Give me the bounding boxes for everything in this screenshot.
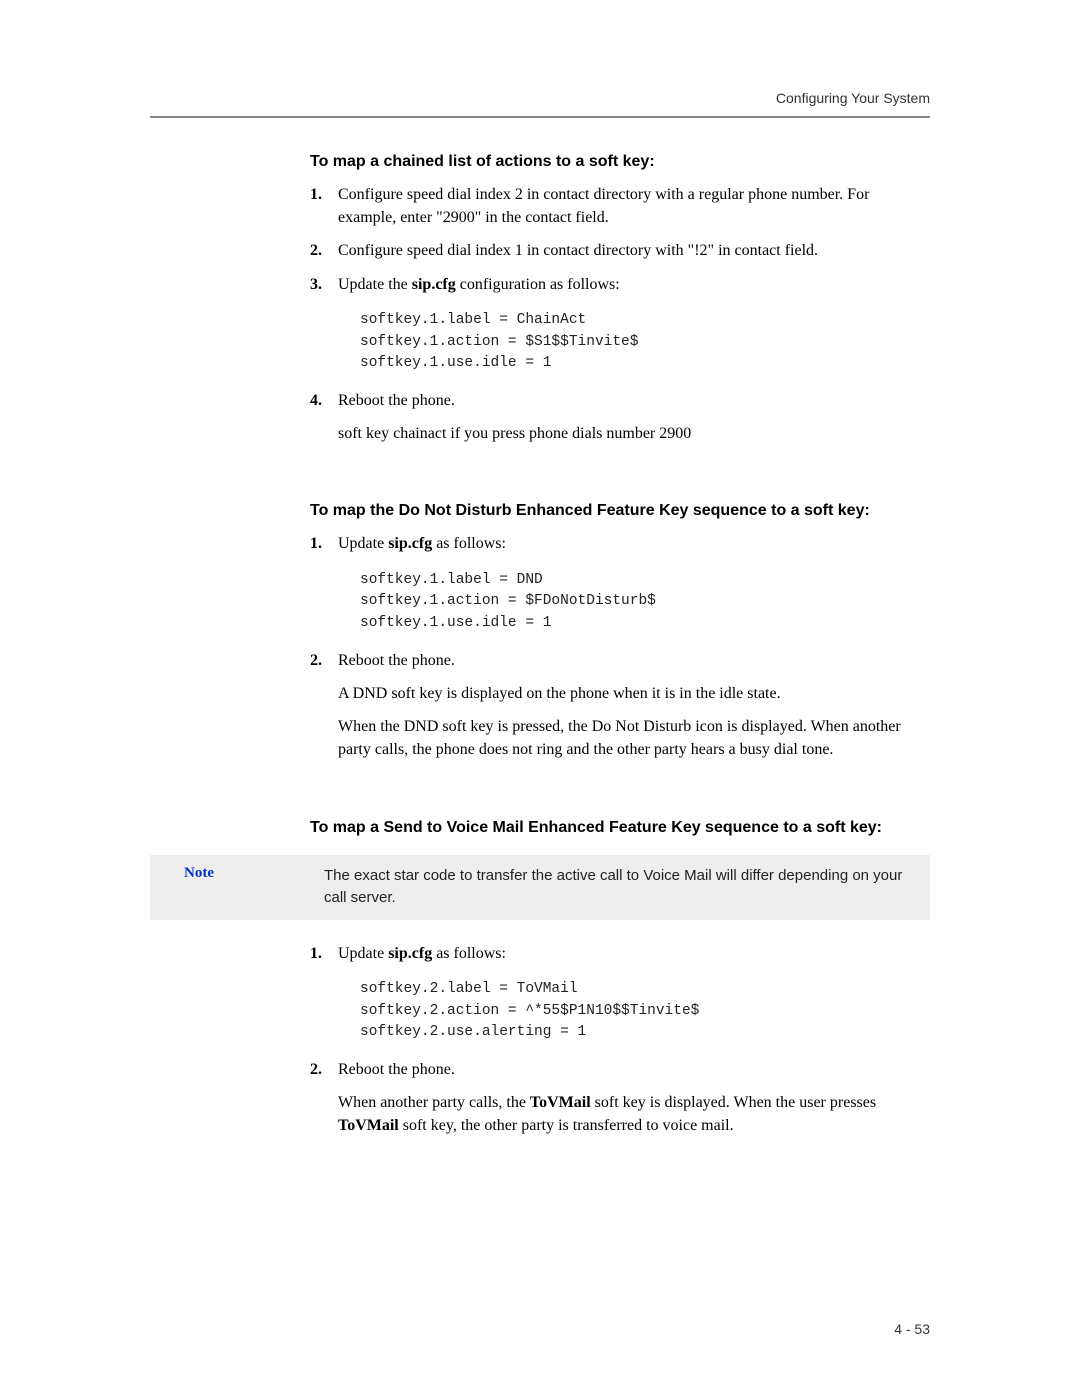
step-number: 4. (310, 389, 322, 412)
step-item: 3. Update the sip.cfg configuration as f… (310, 273, 930, 296)
steps-list: 1. Update sip.cfg as follows: (310, 532, 930, 555)
sub-paragraph: When the DND soft key is pressed, the Do… (338, 715, 930, 761)
step-text: Configure speed dial index 2 in contact … (338, 186, 869, 226)
steps-list: 1. Configure speed dial index 2 in conta… (310, 183, 930, 296)
running-title: Configuring Your System (776, 90, 930, 106)
code-block: softkey.1.label = ChainAct softkey.1.act… (360, 310, 930, 375)
step-text: Update sip.cfg as follows: (338, 535, 506, 552)
step-number: 1. (310, 942, 322, 965)
step-number: 3. (310, 273, 322, 296)
header-rule (150, 116, 930, 118)
page-number: 4 - 53 (894, 1321, 930, 1337)
steps-list: 2. Reboot the phone. (310, 649, 930, 672)
step-item: 1. Configure speed dial index 2 in conta… (310, 183, 930, 229)
step-item: 2. Reboot the phone. (310, 649, 930, 672)
step-number: 2. (310, 1058, 322, 1081)
step-text: Reboot the phone. (338, 652, 455, 669)
step-number: 1. (310, 183, 322, 206)
step-number: 1. (310, 532, 322, 555)
step-text: Update sip.cfg as follows: (338, 945, 506, 962)
step-text: Configure speed dial index 1 in contact … (338, 242, 818, 259)
note-label: Note (164, 865, 324, 882)
section-heading: To map a Send to Voice Mail Enhanced Fea… (310, 819, 930, 837)
section-heading: To map the Do Not Disturb Enhanced Featu… (310, 502, 930, 520)
running-header: Configuring Your System (150, 90, 930, 116)
step-text: Update the sip.cfg configuration as foll… (338, 276, 620, 293)
steps-list: 2. Reboot the phone. (310, 1058, 930, 1081)
page-footer: 4 - 53 (894, 1321, 930, 1337)
step-item: 2. Configure speed dial index 1 in conta… (310, 239, 930, 262)
content-column: To map a chained list of actions to a so… (310, 153, 930, 1138)
steps-list: 4. Reboot the phone. (310, 389, 930, 412)
step-number: 2. (310, 239, 322, 262)
sub-paragraph: soft key chainact if you press phone dia… (338, 422, 930, 445)
steps-list: 1. Update sip.cfg as follows: (310, 942, 930, 965)
sub-paragraph: When another party calls, the ToVMail so… (338, 1091, 930, 1137)
step-item: 2. Reboot the phone. (310, 1058, 930, 1081)
step-number: 2. (310, 649, 322, 672)
sub-paragraph: A DND soft key is displayed on the phone… (338, 682, 930, 705)
section-heading: To map a chained list of actions to a so… (310, 153, 930, 171)
code-block: softkey.2.label = ToVMail softkey.2.acti… (360, 979, 930, 1044)
step-text: Reboot the phone. (338, 1061, 455, 1078)
note-box: Note The exact star code to transfer the… (150, 855, 930, 920)
step-item: 4. Reboot the phone. (310, 389, 930, 412)
code-block: softkey.1.label = DND softkey.1.action =… (360, 570, 930, 635)
page: Configuring Your System To map a chained… (0, 0, 1080, 1397)
step-item: 1. Update sip.cfg as follows: (310, 942, 930, 965)
note-text: The exact star code to transfer the acti… (324, 865, 916, 910)
step-text: Reboot the phone. (338, 392, 455, 409)
step-item: 1. Update sip.cfg as follows: (310, 532, 930, 555)
